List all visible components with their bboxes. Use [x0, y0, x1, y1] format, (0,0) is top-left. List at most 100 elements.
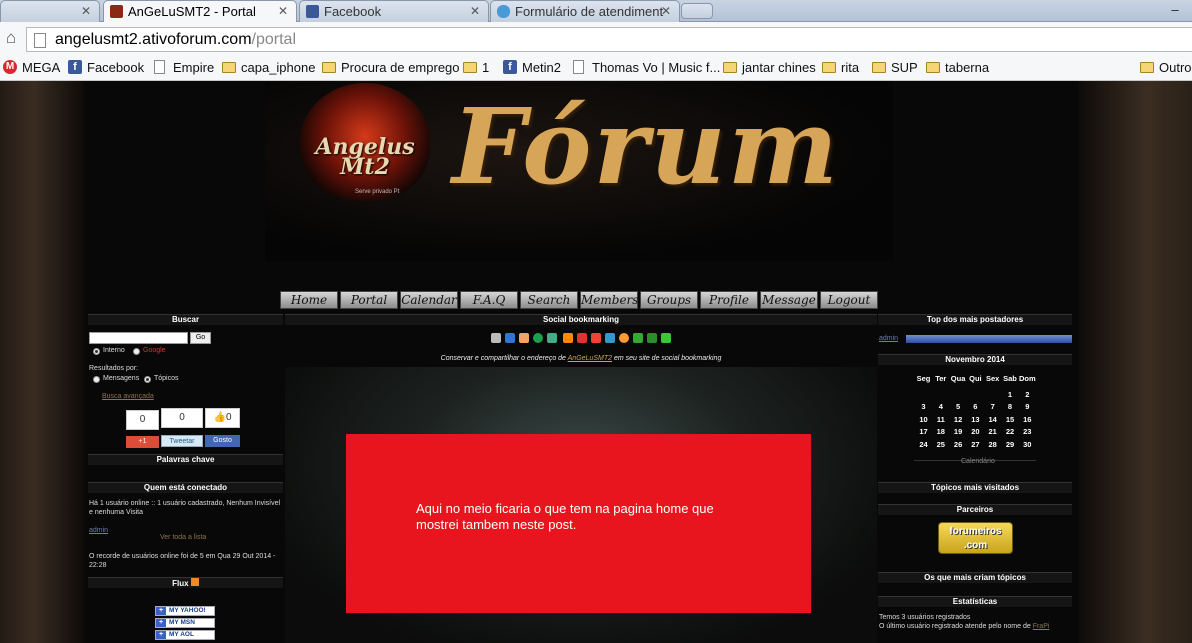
bookmark-procura-emprego[interactable]: Procura de emprego — [322, 59, 460, 77]
bookmark-capa-iphone[interactable]: capa_iphone — [222, 59, 315, 77]
bookmark-rita[interactable]: rita — [822, 59, 859, 77]
calendar-day[interactable]: 24 — [915, 440, 932, 449]
yahoo-icon[interactable] — [577, 333, 587, 343]
bookmark-icon[interactable] — [647, 333, 657, 343]
technorati-icon[interactable] — [605, 333, 615, 343]
radio-topicos[interactable] — [144, 376, 151, 383]
calendar-day[interactable]: 13 — [967, 415, 984, 424]
close-tab-icon[interactable]: ✕ — [661, 4, 671, 18]
nav-members[interactable]: Members — [580, 291, 638, 309]
search-input[interactable] — [89, 332, 188, 344]
tab-angelus-portal[interactable]: AnGeLuSMT2 - Portal ✕ — [103, 0, 297, 23]
flux-aol[interactable]: + MY AOL — [155, 630, 215, 640]
calendar-day[interactable]: 17 — [915, 427, 932, 436]
radio-google[interactable] — [133, 348, 140, 355]
online-user-link[interactable]: admin — [89, 527, 108, 534]
bookmark-metin2[interactable]: f Metin2 — [503, 59, 561, 77]
radio-interno[interactable] — [93, 348, 100, 355]
gplus-button[interactable]: +1 — [126, 436, 159, 448]
calendar-day[interactable]: 5 — [950, 402, 967, 411]
bookmark-taberna[interactable]: taberna — [926, 59, 989, 77]
bookmark-label: Procura de emprego — [341, 60, 460, 75]
calendar-day[interactable]: 21 — [984, 427, 1001, 436]
close-tab-icon[interactable]: ✕ — [278, 4, 288, 18]
close-tab-icon[interactable]: ✕ — [470, 4, 480, 18]
google-icon[interactable] — [591, 333, 601, 343]
calendar-day[interactable]: 11 — [932, 415, 949, 424]
reddit-icon[interactable] — [519, 333, 529, 343]
tab-hidden-left[interactable]: ✕ — [0, 0, 100, 22]
nav-message[interactable]: Message — [760, 291, 818, 309]
calendar-day[interactable]: 9 — [1019, 402, 1036, 411]
stumbleupon-icon[interactable] — [533, 333, 543, 343]
tweet-button[interactable]: Tweetar — [161, 435, 203, 447]
new-tab-button[interactable] — [681, 3, 713, 19]
calendar-day[interactable]: 19 — [950, 427, 967, 436]
tab-facebook[interactable]: Facebook ✕ — [299, 0, 489, 22]
bookmark-facebook[interactable]: f Facebook — [68, 59, 144, 77]
search-go-button[interactable]: Go — [190, 332, 211, 344]
calendar-day[interactable]: 20 — [967, 427, 984, 436]
bookmark-jantar-chines[interactable]: jantar chines — [723, 59, 816, 77]
calendar-day[interactable]: 25 — [932, 440, 949, 449]
address-bar[interactable]: angelusmt2.ativoforum.com/portal — [26, 27, 1192, 52]
calendar-day[interactable]: 10 — [915, 415, 932, 424]
calendar-day[interactable]: 29 — [1002, 440, 1019, 449]
last-user-link[interactable]: FraPi — [1033, 623, 1050, 630]
see-list-link[interactable]: Ver toda a lista — [160, 534, 206, 541]
nav-faq[interactable]: F.A.Q — [460, 291, 518, 309]
calendar-day[interactable]: 18 — [932, 427, 949, 436]
top-poster-link[interactable]: admin — [879, 335, 898, 342]
calendar-day[interactable]: 27 — [967, 440, 984, 449]
tab-formulario[interactable]: Formulário de atendiment ✕ — [490, 0, 680, 22]
calendar-day[interactable]: 7 — [984, 402, 1001, 411]
nav-logout[interactable]: Logout — [820, 291, 878, 309]
close-tab-icon[interactable]: ✕ — [81, 4, 91, 18]
evernote-icon[interactable] — [661, 333, 671, 343]
furl-icon[interactable] — [563, 333, 573, 343]
gosto-button[interactable]: Gosto — [205, 435, 240, 447]
advanced-search-link[interactable]: Busca avançada — [102, 393, 154, 400]
calendar-day[interactable]: 6 — [967, 402, 984, 411]
calendar-day[interactable]: 26 — [950, 440, 967, 449]
site-link[interactable]: AnGeLuSMT2 — [568, 355, 612, 362]
flux-msn[interactable]: + MY MSN — [155, 618, 215, 628]
calendar-day[interactable]: 14 — [984, 415, 1001, 424]
calendar-day[interactable]: 23 — [1019, 427, 1036, 436]
calendar-day[interactable]: 12 — [950, 415, 967, 424]
live-icon[interactable] — [619, 333, 629, 343]
digg-icon[interactable] — [491, 333, 501, 343]
nav-groups[interactable]: Groups — [640, 291, 698, 309]
netvibes-icon[interactable] — [633, 333, 643, 343]
calendar-day[interactable]: 28 — [984, 440, 1001, 449]
minimize-button[interactable]: – — [1158, 2, 1192, 18]
calendar-day[interactable]: 1 — [1002, 390, 1019, 399]
nav-profile[interactable]: Profile — [700, 291, 758, 309]
site-logo[interactable]: Angelus Mt2 — [306, 136, 424, 178]
nav-home[interactable]: Home — [280, 291, 338, 309]
calendar-day[interactable]: 30 — [1019, 440, 1036, 449]
calendar-day[interactable]: 8 — [1002, 402, 1019, 411]
nav-search[interactable]: Search — [520, 291, 578, 309]
nav-calendar[interactable]: Calendar — [400, 291, 458, 309]
calendar-day[interactable]: 16 — [1019, 415, 1036, 424]
calendar-day[interactable]: 4 — [932, 402, 949, 411]
delicious-icon[interactable] — [505, 333, 515, 343]
forumeiros-badge[interactable]: forumeiros .com — [938, 522, 1013, 554]
bookmark-empire[interactable]: Empire — [154, 59, 214, 77]
bookmark-thomas-vo[interactable]: Thomas Vo | Music f... — [573, 59, 720, 77]
calendar-link[interactable]: Calendário — [961, 458, 995, 465]
bookmark-sup[interactable]: SUP — [872, 59, 918, 77]
nav-portal[interactable]: Portal — [340, 291, 398, 309]
flux-yahoo[interactable]: + MY YAHOO! — [155, 606, 215, 616]
bookmark-1[interactable]: 1 — [463, 59, 489, 77]
calendar-day[interactable]: 22 — [1002, 427, 1019, 436]
slashdot-icon[interactable] — [547, 333, 557, 343]
bookmark-outros[interactable]: Outros — [1140, 59, 1192, 77]
radio-mensagens[interactable] — [93, 376, 100, 383]
home-icon[interactable]: ⌂ — [2, 29, 20, 47]
calendar-day[interactable]: 2 — [1019, 390, 1036, 399]
calendar-day[interactable]: 3 — [915, 402, 932, 411]
bookmark-mega[interactable]: M MEGA — [3, 59, 60, 77]
calendar-day[interactable]: 15 — [1002, 415, 1019, 424]
